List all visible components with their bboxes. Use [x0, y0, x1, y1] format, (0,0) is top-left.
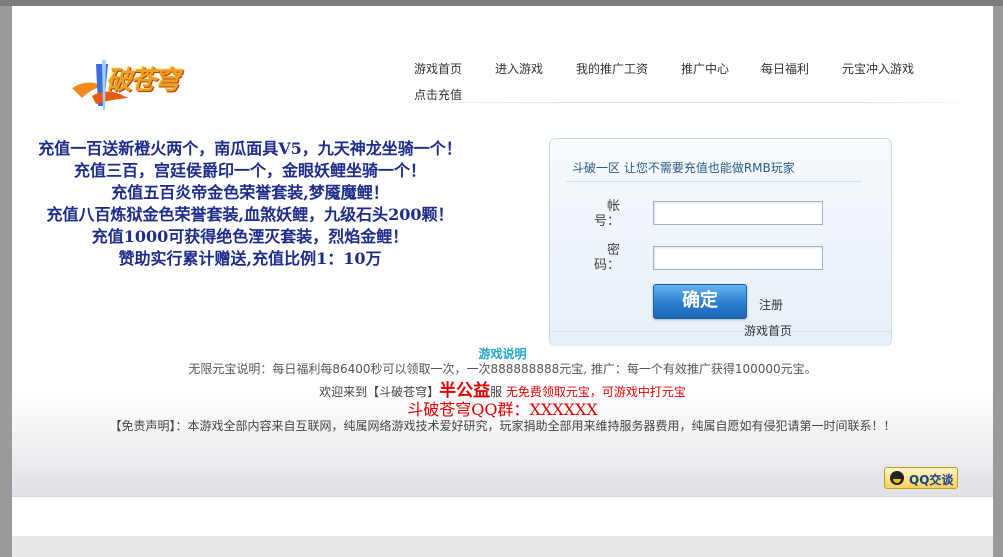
- nav-item-recharge[interactable]: 点击充值: [414, 86, 462, 103]
- nav-item-yuanbao-topup[interactable]: 元宝冲入游戏: [842, 60, 914, 77]
- promo-line: 赞助实行累计赠送,充值比例1：10万: [118, 249, 382, 268]
- disclaimer: 【免责声明】：本游戏全部内容来自互联网，纯属网络游戏技术爱好研究，玩家捐助全部用…: [109, 419, 896, 433]
- qq-chat-button[interactable]: QQ交谈: [884, 467, 958, 489]
- account-label: 帐号：: [593, 199, 620, 229]
- login-game-home-link[interactable]: 游戏首页: [744, 322, 792, 339]
- logo-text: 破苍穹: [106, 66, 180, 96]
- recharge-promo: 充值一百送新橙火两个，南瓜面具V5，九天神龙坐骑一个！ 充值三百，宫廷侯爵印一个…: [12, 138, 488, 270]
- login-panel-title: 斗破一区 让您不需要充值也能做RMB玩家: [572, 161, 795, 175]
- nav-item-daily-welfare[interactable]: 每日福利: [761, 60, 809, 77]
- promo-line: 充值三百，宫廷侯爵印一个，金眼妖鲤坐骑一个！: [73, 161, 426, 180]
- nav-item-my-promo-pay[interactable]: 我的推广工资: [576, 60, 648, 77]
- nav-item-promo-center[interactable]: 推广中心: [681, 60, 729, 77]
- login-panel-divider: [566, 181, 862, 182]
- yuanbao-description: 无限元宝说明：每日福利每86400秒可以领取一次，一次888888888元宝, …: [188, 362, 817, 376]
- promo-line: 充值一百送新橙火两个，南瓜面具V5，九天神龙坐骑一个！: [38, 139, 462, 158]
- nav-item-enter-game[interactable]: 进入游戏: [495, 60, 543, 77]
- right-edge: [993, 6, 1003, 557]
- password-label: 密码：: [593, 243, 620, 273]
- confirm-button[interactable]: 确定: [653, 284, 747, 319]
- promo-line: 充值1000可获得绝色湮灭套装，烈焰金鲤！: [91, 227, 409, 246]
- promo-line: 充值八百炼狱金色荣誉套装,血煞妖鲤，九级石头200颗！: [46, 205, 454, 224]
- login-panel: 斗破一区 让您不需要充值也能做RMB玩家 帐号： 密码： 确定 注册 游戏首页: [549, 138, 892, 346]
- nav-item-game-home[interactable]: 游戏首页: [414, 60, 462, 77]
- account-field[interactable]: [653, 201, 823, 225]
- game-logo[interactable]: 破苍穹: [68, 56, 218, 116]
- left-edge: [0, 6, 12, 557]
- qq-penguin-icon: [890, 471, 904, 485]
- footer-strip: [12, 496, 993, 536]
- password-field[interactable]: [653, 246, 823, 270]
- login-panel-footer: [550, 331, 891, 346]
- nav-divider: [382, 102, 982, 103]
- register-link[interactable]: 注册: [759, 296, 783, 313]
- qq-chat-label: QQ交谈: [909, 473, 954, 487]
- page: 破苍穹 游戏首页 进入游戏 我的推广工资 推广中心 每日福利 元宝冲入游戏 点击…: [12, 6, 993, 536]
- promo-line: 充值五百炎帝金色荣誉套装,梦魇魔鲤！: [111, 183, 389, 202]
